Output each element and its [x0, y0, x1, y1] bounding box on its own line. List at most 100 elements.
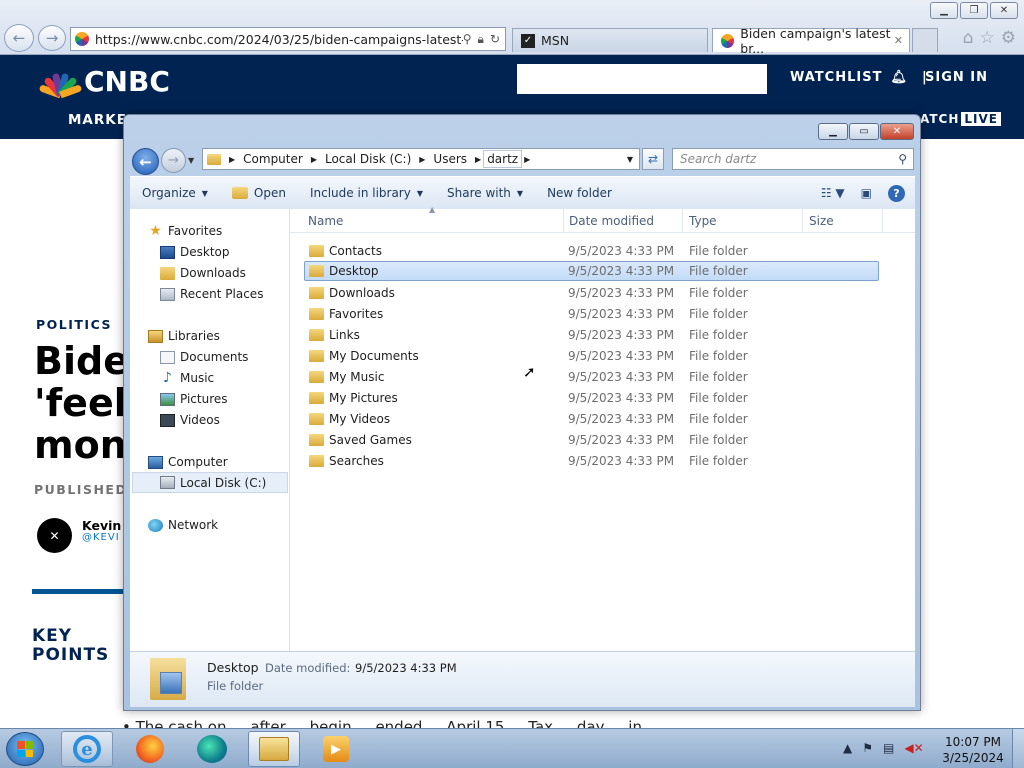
x-social-icon[interactable]: ✕ [37, 518, 72, 553]
file-row-searches[interactable]: Searches 9/5/2023 4:33 PM File folder [304, 451, 879, 471]
breadcrumb-dartz[interactable]: dartz [483, 150, 523, 168]
file-name: Searches [329, 454, 384, 468]
search-placeholder: Search dartz [680, 152, 757, 166]
taskbar-firefox-button[interactable] [124, 731, 176, 767]
tab-cnbc[interactable]: Biden campaign's latest br... ✕ [712, 26, 910, 56]
show-desktop-button[interactable] [1012, 729, 1024, 768]
taskbar-edge-button[interactable] [186, 731, 238, 767]
file-name: My Music [329, 370, 385, 384]
refresh-icon[interactable]: ↻ [490, 32, 500, 47]
column-header-date[interactable]: Date modified [569, 214, 654, 228]
file-row-links[interactable]: Links 9/5/2023 4:33 PM File folder [304, 325, 879, 345]
address-bar[interactable]: https://www.cnbc.com/2024/03/25/biden-ca… [70, 27, 506, 51]
file-row-contacts[interactable]: Contacts 9/5/2023 4:33 PM File folder [304, 241, 879, 261]
sidebar-item-libraries[interactable]: Libraries [148, 326, 220, 346]
file-row-my-documents[interactable]: My Documents 9/5/2023 4:33 PM File folde… [304, 346, 879, 366]
taskbar-clock[interactable]: 10:07 PM 3/25/2024 [938, 734, 1008, 766]
preview-pane-icon[interactable]: ▣ [861, 186, 872, 200]
show-hidden-icons-icon[interactable]: ▲ [843, 741, 852, 755]
network-tray-icon[interactable]: ▤ [883, 741, 894, 755]
taskbar-ie-button[interactable]: e [61, 731, 113, 767]
new-tab-button[interactable] [912, 28, 938, 52]
volume-muted-icon[interactable]: ◀✕ [904, 741, 923, 755]
column-header-type[interactable]: Type [689, 214, 717, 228]
breadcrumb-users[interactable]: Users [427, 152, 473, 166]
breadcrumb-local-disk[interactable]: Local Disk (C:) [319, 152, 417, 166]
explorer-back-button[interactable]: ← [132, 148, 159, 175]
sidebar-item-pictures[interactable]: Pictures [160, 389, 228, 409]
lock-icon[interactable]: 🔒︎ [478, 32, 484, 47]
author-name[interactable]: Kevin [82, 518, 124, 533]
file-row-downloads[interactable]: Downloads 9/5/2023 4:33 PM File folder [304, 283, 879, 303]
address-url[interactable]: https://www.cnbc.com/2024/03/25/biden-ca… [95, 32, 463, 47]
file-row-favorites[interactable]: Favorites 9/5/2023 4:33 PM File folder [304, 304, 879, 324]
watchlist-link[interactable]: WATCHLIST [790, 70, 882, 85]
home-icon[interactable]: ⌂ [963, 28, 974, 48]
chevron-right-icon[interactable]: ▶ [473, 155, 483, 164]
taskbar-explorer-button[interactable] [248, 731, 300, 767]
sidebar-item-recent-places[interactable]: Recent Places [160, 284, 263, 304]
chevron-down-icon[interactable]: ▼ [627, 155, 633, 164]
chevron-right-icon[interactable]: ▶ [227, 155, 237, 164]
sidebar-item-network[interactable]: Network [148, 515, 218, 535]
new-folder-button[interactable]: New folder [535, 186, 624, 200]
view-options-icon[interactable]: ☷ ▼ [821, 186, 845, 200]
back-button[interactable]: ← [4, 24, 34, 52]
taskbar-media-player-button[interactable]: ▶ [310, 731, 362, 767]
explorer-minimize-button[interactable]: ▁ [818, 123, 848, 140]
sidebar-item-favorites[interactable]: ★ Favorites [148, 221, 222, 241]
sign-in-link[interactable]: SIGN IN [925, 70, 988, 85]
file-row-my-music[interactable]: My Music 9/5/2023 4:33 PM File folder [304, 367, 879, 387]
include-in-library-button[interactable]: Include in library ▼ [298, 186, 435, 200]
gear-icon[interactable]: ⚙ [1001, 28, 1016, 48]
sidebar-item-desktop[interactable]: Desktop [160, 242, 230, 262]
sidebar-item-local-disk[interactable]: Local Disk (C:) [132, 472, 288, 493]
breadcrumb[interactable]: ▶ Computer ▶ Local Disk (C:) ▶ Users ▶ d… [202, 148, 640, 170]
sidebar-item-documents[interactable]: Documents [160, 347, 248, 367]
article-kicker[interactable]: POLITICS [36, 317, 112, 332]
column-header-size[interactable]: Size [809, 214, 834, 228]
chevron-right-icon[interactable]: ▶ [522, 155, 532, 164]
explorer-close-button[interactable]: ✕ [880, 123, 914, 140]
bell-icon[interactable]: 🔔︎ [890, 70, 908, 85]
tab-msn[interactable]: ✓ MSN [512, 28, 708, 52]
file-row-desktop[interactable]: Desktop 9/5/2023 4:33 PM File folder [304, 261, 879, 281]
chevron-right-icon[interactable]: ▶ [417, 155, 427, 164]
start-button[interactable] [6, 732, 44, 766]
sidebar-item-videos[interactable]: Videos [160, 410, 220, 430]
browser-close-button[interactable]: ✕ [990, 2, 1018, 19]
file-row-saved-games[interactable]: Saved Games 9/5/2023 4:33 PM File folder [304, 430, 879, 450]
sidebar-item-computer[interactable]: Computer [148, 452, 228, 472]
forward-button[interactable]: → [38, 25, 66, 51]
history-dropdown-icon[interactable]: ▼ [188, 156, 194, 165]
favorites-star-icon[interactable]: ☆ [980, 28, 995, 48]
browser-restore-button[interactable]: ❐ [960, 2, 988, 19]
breadcrumb-computer[interactable]: Computer [237, 152, 309, 166]
sidebar-item-label: Videos [180, 413, 220, 427]
tab-close-icon[interactable]: ✕ [894, 34, 903, 47]
search-icon[interactable]: ⚲ [463, 32, 472, 47]
author-handle[interactable]: @KEVI [82, 532, 124, 543]
search-input[interactable]: Search dartz ⚲ [672, 148, 914, 170]
share-with-button[interactable]: Share with ▼ [435, 186, 535, 200]
sidebar-item-downloads[interactable]: Downloads [160, 263, 246, 283]
search-icon[interactable]: ⚲ [898, 152, 907, 166]
watch-live-link[interactable]: ATCH LIVE [920, 112, 1001, 126]
file-row-my-pictures[interactable]: My Pictures 9/5/2023 4:33 PM File folder [304, 388, 879, 408]
explorer-maximize-button[interactable]: ▭ [849, 123, 879, 140]
nav-markets[interactable]: MARKE [68, 112, 127, 128]
file-row-my-videos[interactable]: My Videos 9/5/2023 4:33 PM File folder [304, 409, 879, 429]
column-header-name[interactable]: Name [308, 214, 343, 228]
browser-minimize-button[interactable]: ▁ [930, 2, 958, 19]
open-button[interactable]: Open [220, 186, 298, 200]
action-center-flag-icon[interactable]: ⚑ [862, 741, 873, 755]
sidebar-item-music[interactable]: ♪ Music [160, 368, 214, 388]
explorer-forward-button[interactable]: → [161, 148, 186, 173]
organize-button[interactable]: Organize ▼ [130, 186, 220, 200]
cnbc-search-input[interactable] [517, 64, 767, 94]
help-icon[interactable]: ? [888, 184, 905, 202]
file-date: 9/5/2023 4:33 PM [568, 412, 675, 426]
cnbc-logo[interactable]: CNBC [38, 65, 170, 98]
chevron-right-icon[interactable]: ▶ [309, 155, 319, 164]
refresh-button[interactable]: ⇄ [642, 148, 664, 170]
